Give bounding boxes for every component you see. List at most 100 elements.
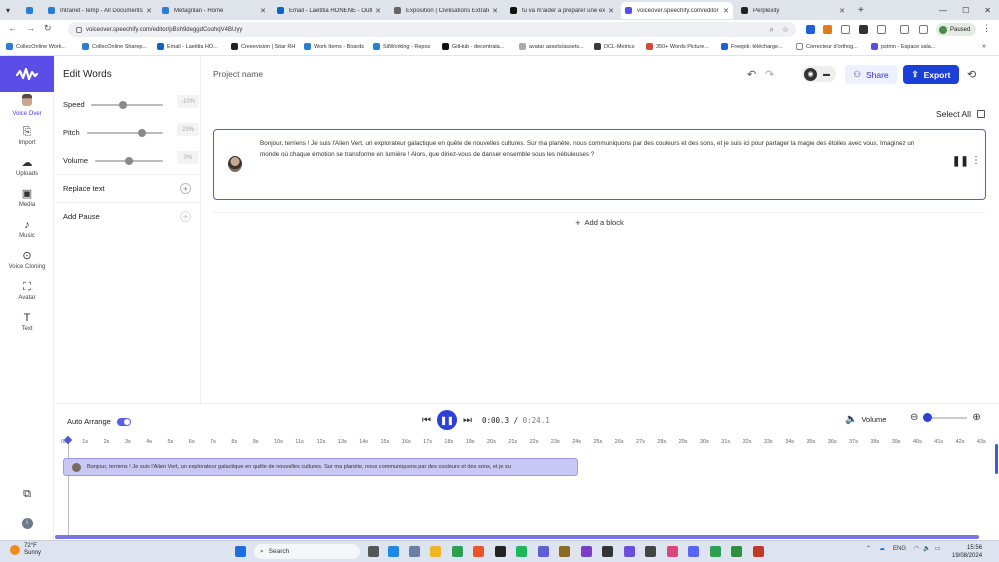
skip-forward-icon[interactable]: ⏭ <box>463 415 472 426</box>
project-name-field[interactable]: Project name <box>213 69 263 79</box>
close-icon[interactable]: ✕ <box>723 7 729 15</box>
split-view-icon[interactable] <box>900 25 909 34</box>
add-pause-icon[interactable]: + <box>180 211 191 222</box>
bookmark-item[interactable]: GitHub - decentrala... <box>442 43 504 50</box>
close-icon[interactable]: ✕ <box>260 7 266 15</box>
speechify-logo[interactable] <box>0 56 54 92</box>
timeline-clip[interactable]: Bonjour, terriens ! Je suis l'Alien Vert… <box>63 458 578 476</box>
visual-studio-icon[interactable] <box>581 546 592 557</box>
pause-block-icon[interactable]: ❚❚ <box>952 156 969 167</box>
tab-5-active[interactable]: voiceover.speechify.com/editor ✕ <box>621 2 733 19</box>
bookmark-item[interactable]: Work Items - Boards <box>304 43 364 50</box>
rail-item-music[interactable]: ♪ Music <box>0 219 54 239</box>
task-view-icon[interactable] <box>368 546 379 557</box>
replace-text-section[interactable]: Replace text + <box>55 174 201 202</box>
bookmark-item[interactable]: Creeevision | Sitar RH <box>231 43 295 50</box>
tab-1[interactable]: Metagrilan - Home ✕ <box>158 2 270 19</box>
close-icon[interactable]: ✕ <box>492 7 498 15</box>
tab-6[interactable]: Perplexity ✕ <box>737 2 849 19</box>
language-indicator[interactable]: ENG <box>893 546 906 552</box>
bookmark-item[interactable]: pstmn - Espace sala... <box>871 43 935 50</box>
bookmark-item[interactable]: CollecOnline Work... <box>6 43 66 50</box>
rail-item-media[interactable]: ▣ Media <box>0 188 54 208</box>
tab-2[interactable]: Email - Laetitia HONENE - Outlook✕ <box>273 2 385 19</box>
chat-icon[interactable]: ⧉ <box>0 488 54 502</box>
forward-icon[interactable]: → <box>26 23 35 33</box>
rail-item-import[interactable]: ⎘ Import <box>0 126 54 146</box>
app-icon[interactable] <box>388 546 399 557</box>
zoom-in-icon[interactable]: ⊕ <box>972 412 980 423</box>
tab-3[interactable]: Exposition | Civilisations Extraterrestr… <box>390 2 502 19</box>
battery-icon[interactable]: ▭ <box>935 545 941 552</box>
pause-button[interactable]: ❚❚ <box>437 410 457 430</box>
timeline-scrollbar[interactable] <box>55 535 979 539</box>
metamask-icon[interactable] <box>823 25 832 34</box>
file-explorer-icon[interactable] <box>430 546 441 557</box>
app-icon[interactable] <box>753 546 764 557</box>
speaker-icon[interactable]: 🔈 <box>923 545 930 552</box>
history-icon[interactable]: ⟲ <box>967 68 976 81</box>
cloud-extension-icon[interactable] <box>841 25 850 34</box>
bookmark-item[interactable]: CollecOnline Sharep... <box>82 43 147 50</box>
rail-item-avatar[interactable]: ⛶ Avatar <box>0 281 54 301</box>
app-icon[interactable] <box>624 546 635 557</box>
zoom-out-icon[interactable]: ⊖ <box>910 412 918 423</box>
speed-slider-knob[interactable] <box>119 100 128 109</box>
timeline-ruler[interactable]: 0s 1s 2s 3s 4s 5s 6s 7s 8s 9s 10s 11s 12s 13s 14s 15s 16… <box>55 439 999 451</box>
more-options-icon[interactable]: ⋮ <box>971 155 981 166</box>
site-info-icon[interactable] <box>76 26 82 33</box>
taskbar-search[interactable]: ⌕ Search <box>254 544 360 559</box>
onedrive-icon[interactable]: ☁ <box>879 545 885 552</box>
clock[interactable]: 15:56 19/08/2024 <box>952 544 982 560</box>
pitch-value[interactable]: 23% <box>177 123 199 136</box>
speed-value[interactable]: -10% <box>177 95 199 108</box>
minimize-icon[interactable]: — <box>939 6 947 15</box>
video-mode-icon[interactable]: ▬ <box>820 68 833 81</box>
chrome-icon[interactable] <box>452 546 463 557</box>
add-replace-icon[interactable]: + <box>180 183 191 194</box>
spotify-icon[interactable] <box>516 546 527 557</box>
close-icon[interactable]: ✕ <box>375 7 381 15</box>
bookmark-item[interactable]: Email - Laetitia HO... <box>157 43 218 50</box>
share-button[interactable]: ⚇ Share <box>845 65 897 84</box>
close-icon[interactable]: ✕ <box>839 7 845 15</box>
new-tab-button[interactable]: + <box>854 2 868 19</box>
teams-icon[interactable] <box>538 546 549 557</box>
extension-icon[interactable] <box>859 25 868 34</box>
volume-slider[interactable] <box>95 156 163 165</box>
bookmark-item[interactable]: Correcteur d'orthog... <box>796 43 858 50</box>
tray-overflow-icon[interactable]: ⌃ <box>866 545 871 552</box>
rail-item-uploads[interactable]: ☁ Uploads <box>0 157 54 177</box>
firefox-icon[interactable] <box>473 546 484 557</box>
auto-arrange-toggle[interactable] <box>116 417 131 426</box>
url-bar[interactable]: voiceover.speechify.com/editor/pBsh9degg… <box>68 22 796 37</box>
bookmarks-overflow-icon[interactable]: » <box>982 43 986 50</box>
bookmark-item[interactable]: avatar assets/assets... <box>519 43 584 50</box>
back-icon[interactable]: ← <box>8 23 17 33</box>
view-toggle[interactable]: ◉ ▬ <box>802 66 836 82</box>
close-icon[interactable]: ✕ <box>146 7 152 15</box>
bookmark-star-icon[interactable]: ☆ <box>782 25 789 34</box>
download-icon[interactable] <box>919 25 928 34</box>
undo-icon[interactable]: ↶ <box>747 68 756 81</box>
app-icon[interactable] <box>731 546 742 557</box>
tab-menu-button[interactable]: ▾ <box>2 2 20 19</box>
app-icon[interactable] <box>645 546 656 557</box>
tab-4[interactable]: tu va m'aider a preparer une exposition✕ <box>506 2 618 19</box>
zoom-slider[interactable] <box>923 412 968 422</box>
timeline-scroll-indicator[interactable] <box>995 444 998 474</box>
volume-value[interactable]: 0% <box>177 151 199 164</box>
export-button[interactable]: ⇪ Export <box>903 65 959 84</box>
zoom-search-icon[interactable]: ⌕ <box>770 25 774 35</box>
browser-menu-icon[interactable]: ⋮ <box>982 23 991 34</box>
add-block-button[interactable]: + Add a block <box>213 212 986 232</box>
tab-0[interactable]: Intranet - temp - All Documents ✕ <box>44 2 156 19</box>
pitch-slider-knob[interactable] <box>138 128 147 137</box>
pitch-slider[interactable] <box>87 128 163 137</box>
select-all[interactable]: Select All <box>936 109 985 119</box>
extension-icon[interactable] <box>806 25 815 34</box>
select-all-checkbox[interactable] <box>976 110 985 118</box>
bookmark-item[interactable]: DCL-Metrics <box>594 43 635 50</box>
app-icon[interactable] <box>602 546 613 557</box>
rail-item-voice-cloning[interactable]: ⊙ Voice Cloning <box>0 250 54 270</box>
